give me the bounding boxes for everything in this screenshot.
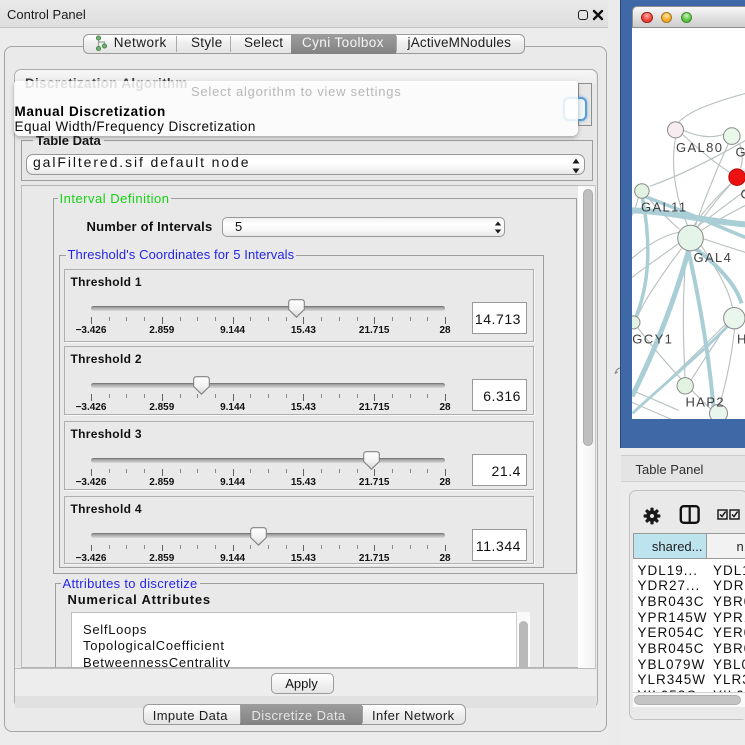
svg-text:C: C: [740, 186, 745, 201]
svg-text:GAL4: GAL4: [693, 249, 732, 264]
svg-text:GAL80: GAL80: [676, 139, 723, 154]
svg-text:G...: G...: [735, 144, 745, 159]
svg-text:GAL11: GAL11: [641, 199, 687, 214]
svg-text:HAP2: HAP2: [685, 394, 725, 409]
svg-text:H: H: [736, 331, 745, 346]
svg-text:GCY1: GCY1: [632, 331, 673, 346]
